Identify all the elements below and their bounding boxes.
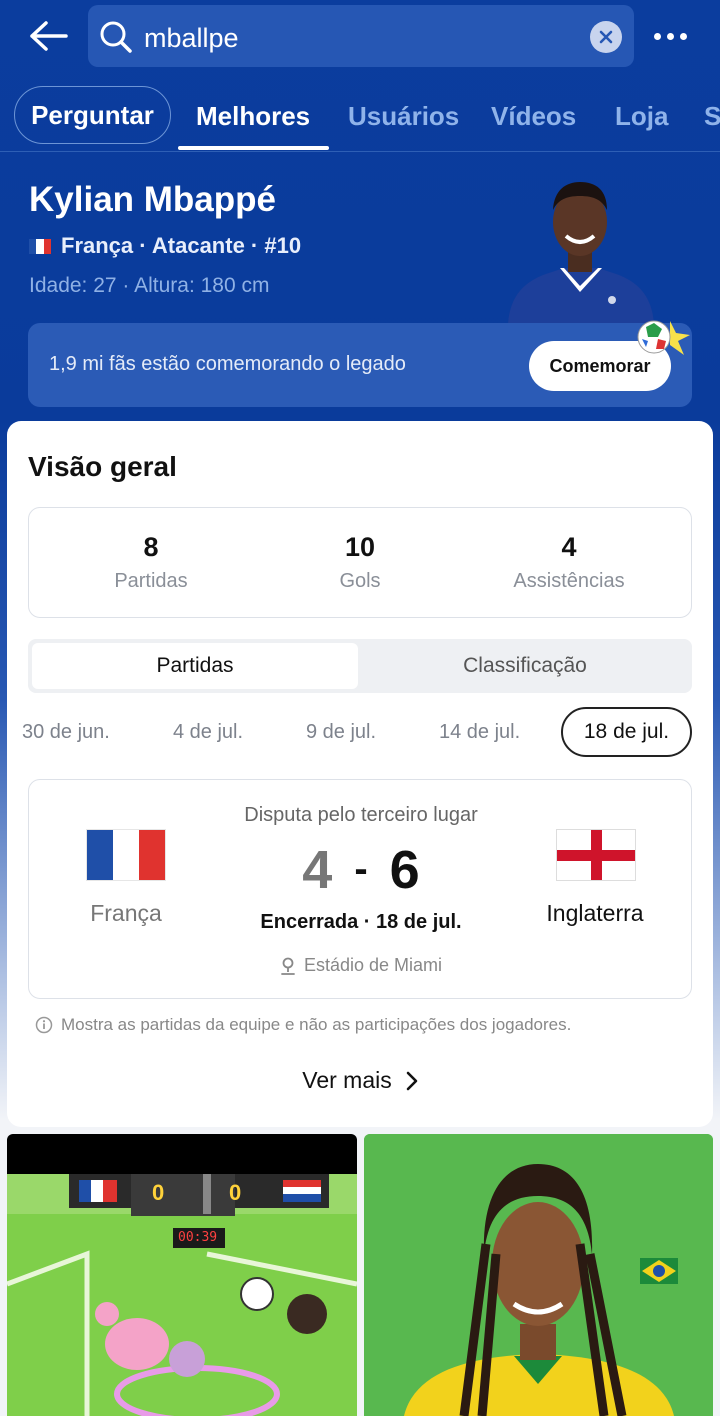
tab-ask[interactable]: Perguntar [14,86,171,144]
match-venue: Estádio de Miami [199,955,523,976]
fans-text: 1,9 mi fãs estão comemorando o legado [49,353,406,375]
match-status: Encerrada · 18 de jul. [260,911,462,933]
thumb-score-away: 0 [229,1180,242,1205]
date-selector: 30 de jun. 4 de jul. 9 de jul. 14 de jul… [7,707,713,757]
player-meta-text: França · Atacante · #10 [61,233,302,258]
stat-label: Gols [339,570,381,592]
more-options-icon[interactable] [648,18,692,54]
info-icon [35,1016,53,1034]
stat-matches: 8 Partidas [51,530,251,593]
info-note: Mostra as partidas da equipe e não as pa… [35,1015,571,1035]
tab-users[interactable]: Usuários [348,86,459,146]
match-score: 4-6 [199,838,523,907]
chevron-right-icon [406,1071,418,1090]
player-name[interactable]: Kylian Mbappé [29,180,276,220]
search-query[interactable]: mballpe [144,23,239,53]
info-note-text: Mostra as partidas da equipe e não as pa… [61,1015,572,1034]
top-bar: mballpe [0,0,720,80]
back-arrow-icon[interactable] [26,16,70,56]
stat-value: 4 [561,532,577,562]
match-stage: Disputa pelo terceiro lugar [244,804,478,826]
away-score: 6 [389,840,420,900]
home-team: França [90,900,162,926]
overview-card: Visão geral 8 Partidas 10 Gols 4 Assistê… [7,421,713,1127]
search-icon [98,19,134,55]
date-chip-selected[interactable]: 18 de jul. [561,707,692,757]
overview-title: Visão geral [28,451,177,482]
stat-goals: 10 Gols [260,530,460,593]
see-more-button[interactable]: Ver mais [7,1067,713,1094]
segment-standings[interactable]: Classificação [362,643,688,689]
thumb-timer: 00:39 [178,1230,218,1245]
fans-banner: 1,9 mi fãs estão comemorando o legado Co… [28,320,692,407]
search-tabs: Perguntar Melhores Usuários Vídeos Loja … [0,86,720,152]
player-photo[interactable] [502,176,658,324]
see-more-label: Ver mais [302,1067,392,1093]
match-card[interactable]: França Disputa pelo terceiro lugar 4-6 E… [28,779,692,999]
date-chip[interactable]: 30 de jun. [22,707,110,757]
date-chip[interactable]: 14 de jul. [439,707,520,757]
tab-top[interactable]: Melhores [196,86,310,146]
date-chip[interactable]: 9 de jul. [306,707,376,757]
home-score: 4 [302,840,333,900]
france-flag-icon [86,829,166,881]
clear-icon[interactable] [590,21,622,53]
search-input[interactable]: mballpe [88,5,634,67]
stat-label: Partidas [114,570,188,592]
soccer-ball-icon [634,317,692,357]
active-tab-indicator [178,146,329,150]
score-separator: - [354,847,368,891]
segment-matches[interactable]: Partidas [32,643,358,689]
location-pin-icon [281,957,295,975]
player-meta: França · Atacante · #10 [29,233,301,259]
tab-shop[interactable]: Loja [615,86,668,146]
france-flag-icon [29,238,51,254]
england-flag-icon [556,829,636,881]
view-switcher: Partidas Classificação [28,639,692,693]
date-chip[interactable]: 4 de jul. [173,707,243,757]
tab-videos[interactable]: Vídeos [491,86,576,146]
tab-more[interactable]: S [704,86,720,146]
video-thumbnail-player[interactable] [364,1134,713,1416]
stats-box: 8 Partidas 10 Gols 4 Assistências [28,507,692,618]
stat-value: 10 [344,532,376,562]
player-bio: Idade: 27 · Altura: 180 cm [29,274,270,297]
venue-name: Estádio de Miami [303,955,443,975]
stat-label: Assistências [513,570,625,592]
stat-value: 8 [143,532,159,562]
thumb-score-home: 0 [152,1180,165,1205]
stat-assists: 4 Assistências [469,530,669,593]
away-team: Inglaterra [546,900,644,926]
video-thumbnail-cartoon[interactable]: 0 0 00:39 [7,1134,357,1416]
